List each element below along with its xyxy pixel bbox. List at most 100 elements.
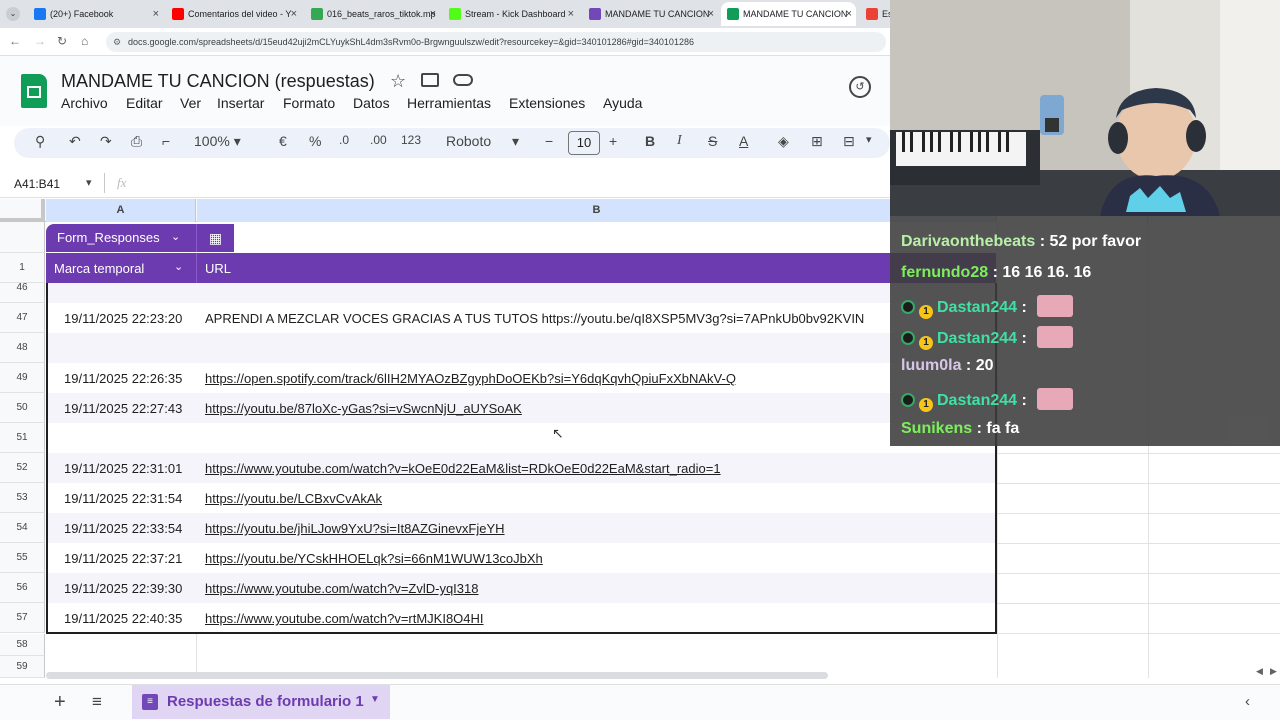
table-menu-chevron-icon[interactable]: ⌄ (171, 230, 180, 243)
row-header[interactable]: 57 (0, 603, 45, 633)
currency-format-button[interactable]: € (279, 133, 287, 149)
fill-color-icon[interactable]: ◈ (778, 133, 789, 150)
sheet-tab-respuestas[interactable]: ≡ Respuestas de formulario 1 ▼ (132, 685, 390, 719)
zoom-select[interactable]: 100% ▾ (194, 133, 241, 150)
document-title[interactable]: MANDAME TU CANCION (respuestas) (61, 71, 375, 92)
merge-dropdown-icon[interactable]: ▾ (866, 133, 872, 146)
redo-icon[interactable]: ↷ (100, 133, 112, 150)
print-icon[interactable]: ⎙ (131, 133, 142, 150)
menu-item[interactable]: Archivo (61, 95, 108, 111)
menu-item[interactable]: Extensiones (509, 95, 585, 111)
reload-icon[interactable]: ↻ (57, 34, 67, 48)
decrease-decimal-button[interactable]: .0 (339, 133, 349, 147)
search-menus-icon[interactable]: ⚲ (35, 133, 45, 150)
menu-item[interactable]: Ver (180, 95, 201, 111)
collapse-sidebar-icon[interactable]: ‹ (1245, 693, 1250, 710)
strikethrough-button[interactable]: S (708, 133, 717, 149)
tab-close-icon[interactable]: × (430, 8, 436, 20)
cloud-saved-icon[interactable] (453, 74, 473, 86)
row-header[interactable]: 51 (0, 423, 45, 453)
browser-tab[interactable]: Esc (860, 2, 890, 26)
bold-button[interactable]: B (645, 133, 655, 149)
row-header[interactable]: 53 (0, 483, 45, 513)
name-box[interactable]: A41:B41 (14, 177, 60, 191)
horizontal-scrollbar[interactable] (46, 672, 828, 679)
row-header[interactable]: 49 (0, 363, 45, 393)
site-info-icon[interactable]: ⚙ (113, 32, 121, 52)
header-filter-chevron-icon[interactable]: ⌄ (174, 260, 183, 273)
header-url[interactable]: URL (205, 261, 231, 276)
tab-close-icon[interactable]: × (846, 8, 852, 20)
paint-format-icon[interactable]: ⌐ (162, 133, 170, 149)
percent-format-button[interactable]: % (309, 133, 321, 149)
row-header[interactable]: 58 (0, 634, 45, 656)
row-header[interactable]: 55 (0, 543, 45, 573)
browser-tab[interactable]: MANDAME TU CANCION × (583, 2, 718, 26)
row-header-1[interactable]: 1 (0, 253, 45, 283)
tab-close-icon[interactable]: × (568, 8, 574, 20)
select-all-corner[interactable] (0, 199, 45, 222)
undo-icon[interactable]: ↶ (69, 133, 81, 150)
tab-close-icon[interactable]: × (708, 8, 714, 20)
borders-icon[interactable]: ⊞ (811, 133, 823, 150)
table-name-tab[interactable]: Form_Responses ⌄ ▦ (46, 224, 234, 252)
row-header[interactable]: 54 (0, 513, 45, 543)
table-view-icon[interactable]: ▦ (196, 224, 234, 252)
menu-item[interactable]: Editar (126, 95, 163, 111)
browser-tab[interactable]: Comentarios del video - Y × (166, 2, 301, 26)
move-folder-icon[interactable] (421, 73, 439, 87)
browser-tab[interactable]: 016_beats_raros_tiktok.mp × (305, 2, 440, 26)
decrease-font-size-button[interactable]: − (545, 133, 553, 149)
scroll-left-icon[interactable]: ◀ (1256, 666, 1263, 677)
tab-search-icon[interactable]: ⌄ (6, 7, 20, 21)
row-header[interactable]: 47 (0, 303, 45, 333)
column-header-b[interactable]: B (197, 199, 997, 222)
menu-item[interactable]: Datos (353, 95, 390, 111)
chat-text: fa fa (986, 420, 1020, 437)
add-sheet-icon[interactable]: + (54, 691, 66, 714)
tab-label: MANDAME TU CANCION (605, 9, 710, 19)
row-header[interactable]: 59 (0, 656, 45, 678)
increase-decimal-button[interactable]: .00 (370, 133, 387, 147)
increase-font-size-button[interactable]: + (609, 133, 617, 149)
more-formats-button[interactable]: 123 (401, 133, 421, 147)
browser-tab[interactable]: Stream - Kick Dashboard × (443, 2, 578, 26)
row-header[interactable]: 48 (0, 333, 45, 363)
font-dropdown-icon[interactable]: ▾ (512, 133, 519, 150)
chat-scroll-box[interactable] (1230, 416, 1270, 444)
tab-close-icon[interactable]: × (291, 8, 297, 20)
all-sheets-icon[interactable]: ≡ (92, 692, 102, 712)
row-header[interactable]: 46 (0, 283, 45, 303)
forward-icon[interactable]: → (34, 34, 46, 48)
formula-input[interactable] (140, 174, 885, 194)
italic-button[interactable]: I (677, 133, 682, 149)
home-icon[interactable]: ⌂ (81, 34, 88, 48)
menu-item[interactable]: Ayuda (603, 95, 642, 111)
chat-message: fernundo28 : 16 16 16. 16 (901, 264, 1091, 282)
font-select[interactable]: Roboto (446, 133, 491, 149)
url-input[interactable]: ⚙ docs.google.com/spreadsheets/d/15eud42… (106, 32, 886, 52)
chat-message: Darivaonthebeats : 52 por favor (901, 233, 1141, 251)
chat-username: fernundo28 (901, 264, 989, 281)
sheet-tab-dropdown-icon[interactable]: ▼ (370, 694, 380, 705)
header-marca-temporal[interactable]: Marca temporal (54, 261, 144, 276)
font-size-input[interactable]: 10 (568, 131, 600, 155)
menu-item[interactable]: Insertar (217, 95, 264, 111)
back-icon[interactable]: ← (9, 34, 21, 48)
name-box-dropdown-icon[interactable]: ▾ (86, 176, 92, 189)
sheets-logo-icon[interactable] (21, 74, 47, 108)
scroll-right-icon[interactable]: ▶ (1270, 666, 1277, 677)
row-header[interactable]: 50 (0, 393, 45, 423)
column-header-a[interactable]: A (46, 199, 196, 222)
row-header[interactable]: 56 (0, 573, 45, 603)
menu-item[interactable]: Herramientas (407, 95, 491, 111)
browser-tab[interactable]: (20+) Facebook × (28, 2, 163, 26)
menu-item[interactable]: Formato (283, 95, 335, 111)
text-color-button[interactable]: A (739, 133, 748, 149)
row-header[interactable]: 52 (0, 453, 45, 483)
tab-close-icon[interactable]: × (153, 8, 159, 20)
star-icon[interactable]: ☆ (390, 71, 406, 92)
browser-tab[interactable]: MANDAME TU CANCION × (721, 2, 856, 26)
merge-cells-icon[interactable]: ⊟ (843, 133, 855, 150)
version-history-icon[interactable]: ↺ (849, 76, 871, 98)
